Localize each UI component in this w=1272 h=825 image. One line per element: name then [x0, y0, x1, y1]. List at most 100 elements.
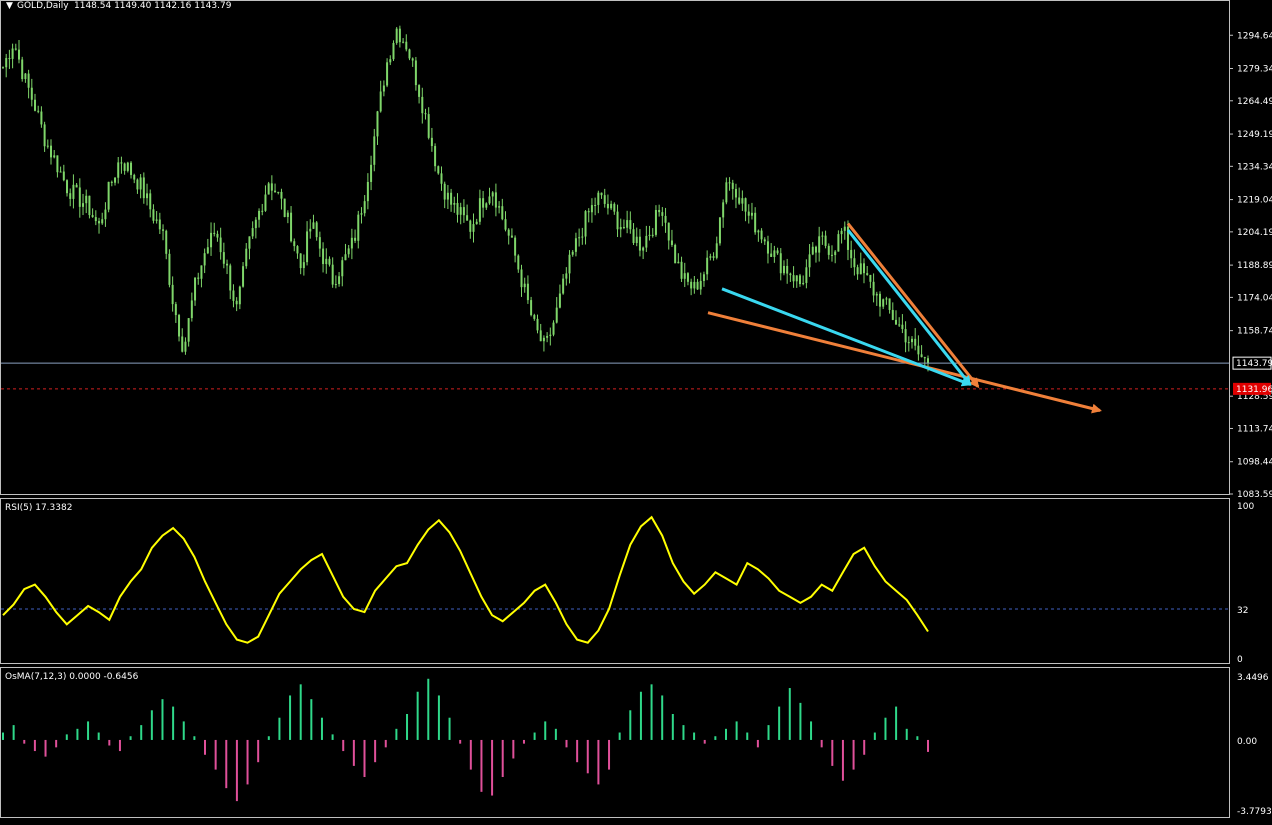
price-candle [165, 229, 168, 260]
price-candle [293, 238, 296, 252]
price-candle [766, 235, 769, 264]
price-candle [334, 275, 337, 289]
price-candle [555, 297, 558, 324]
price-candle [568, 250, 571, 284]
price-candle [18, 39, 21, 64]
price-candle [584, 210, 587, 245]
price-candle [21, 56, 24, 82]
price-candle [718, 217, 721, 246]
price-candle [859, 252, 862, 275]
price-candle [149, 189, 152, 218]
price-candle [290, 206, 293, 243]
trading-chart[interactable]: 1294.64 1279.34 1264.49 1249.19 1234.34 1219.… [0, 0, 1272, 825]
price-candle [267, 181, 270, 195]
price-candle [504, 211, 507, 232]
price-candle [792, 266, 795, 288]
price-candle [107, 181, 110, 213]
price-candle [88, 195, 91, 219]
price-candle [466, 204, 469, 221]
price-candle [546, 332, 549, 343]
osma-tick-label: 3.4496 [1237, 673, 1269, 683]
price-candle [920, 345, 923, 358]
price-candle [789, 272, 792, 282]
price-candle [795, 275, 798, 288]
price-candle [91, 208, 94, 218]
price-candle [53, 150, 56, 159]
price-candle [306, 221, 309, 266]
price-candle [226, 259, 229, 275]
price-candle [251, 221, 254, 240]
price-candle [402, 38, 405, 44]
price-candle [27, 69, 30, 99]
price-candle [229, 263, 232, 300]
price-tick-label: 1158.74 [1237, 327, 1272, 337]
price-candle [50, 139, 53, 165]
price-candle [210, 222, 213, 256]
rsi-line [2, 515, 929, 644]
price-candle [917, 335, 920, 361]
price-candle [219, 227, 222, 260]
price-candle [43, 121, 46, 152]
price-candle [571, 250, 574, 257]
price-candle [834, 250, 837, 264]
price-tick-label: 1174.04 [1237, 293, 1272, 303]
price-candle [802, 275, 805, 286]
price-candle [750, 202, 753, 220]
trendline-arrows[interactable] [707, 222, 1102, 414]
price-candle [366, 173, 369, 210]
price-candle [37, 105, 40, 114]
price-candle [478, 189, 481, 225]
price-candle [574, 232, 577, 257]
price-candle [590, 198, 593, 223]
price-candle [11, 43, 14, 69]
price-candle [843, 221, 846, 240]
price-candle [136, 178, 139, 194]
price-panel-frame [0, 0, 1230, 495]
price-candle [501, 198, 504, 221]
price-candle [456, 193, 459, 223]
price-candle [392, 40, 395, 61]
price-candle [299, 253, 302, 275]
price-candle [56, 155, 59, 178]
price-tick-label: 1219.04 [1237, 196, 1272, 206]
price-candle [434, 143, 437, 172]
price-candle [450, 188, 453, 212]
price-candle [245, 243, 248, 269]
price-candle [8, 49, 11, 69]
price-candle [827, 243, 830, 260]
price-candle [498, 201, 501, 214]
orange-trend-arrow[interactable] [707, 311, 1102, 414]
price-candle [642, 246, 645, 260]
rsi-label: RSI(5) 17.3382 [5, 503, 72, 513]
price-candle [235, 297, 238, 312]
price-candle [709, 253, 712, 261]
price-candle [744, 197, 747, 222]
price-candle [30, 78, 33, 107]
chart-menu-arrow-icon[interactable]: ▼ [6, 1, 13, 11]
price-candle [386, 58, 389, 88]
price-candle [706, 250, 709, 281]
price-candle [408, 48, 411, 61]
price-candle [261, 203, 264, 216]
price-candle [155, 211, 158, 224]
price-candle [94, 210, 97, 226]
price-candle [302, 254, 305, 276]
price-candle [174, 301, 177, 323]
price-candle [837, 230, 840, 252]
svg-text:1131.96: 1131.96 [1236, 385, 1272, 395]
price-candle [738, 187, 741, 205]
price-candle [430, 127, 433, 152]
price-candle [635, 227, 638, 247]
price-candle [818, 226, 821, 262]
price-candle [539, 323, 542, 342]
price-candle [661, 207, 664, 227]
price-candle [907, 336, 910, 352]
price-levels [1, 362, 1229, 390]
price-candle [702, 271, 705, 287]
price-candle [581, 227, 584, 245]
price-candle [462, 199, 465, 223]
rsi-tick-label: 0 [1237, 655, 1243, 665]
price-candle [850, 240, 853, 268]
price-candle [126, 161, 129, 173]
price-candle [190, 292, 193, 322]
